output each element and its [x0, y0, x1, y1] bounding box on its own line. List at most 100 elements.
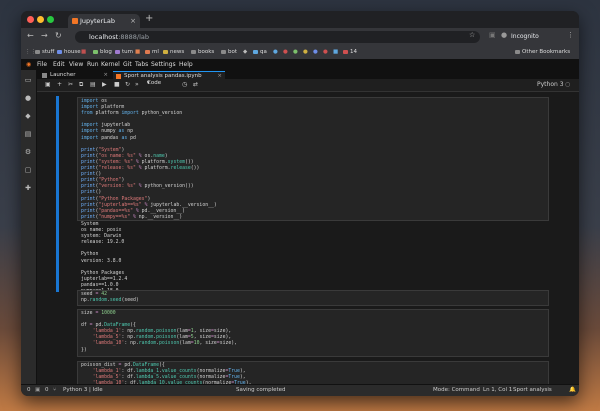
status-bar: 0 ▣ 0 ⑂ Python 3 | Idle Saving completed…: [21, 384, 579, 396]
bookmark-item[interactable]: bot: [221, 46, 237, 59]
bookmark-item[interactable]: books: [191, 46, 214, 59]
bookmark-icon[interactable]: ●: [323, 46, 328, 59]
bookmark-item[interactable]: tum: [115, 46, 133, 59]
kernel-name[interactable]: Python 3: [537, 79, 564, 91]
menu-file[interactable]: File: [37, 59, 47, 70]
new-tab-button[interactable]: +: [145, 13, 153, 24]
git-branch-icon[interactable]: ⑂: [53, 385, 56, 396]
bookmark-item[interactable]: house: [57, 46, 81, 59]
stop-icon[interactable]: ■: [114, 79, 120, 91]
mode-indicator[interactable]: Mode: Command: [433, 385, 480, 396]
running-icon[interactable]: ●: [24, 94, 32, 102]
run-icon[interactable]: ▶: [102, 79, 107, 91]
add-cell-icon[interactable]: +: [57, 79, 62, 91]
code-cell-1: import os import platform from platform …: [81, 99, 217, 220]
bookmark-icon[interactable]: ●: [313, 46, 318, 59]
clock-icon[interactable]: ◷: [182, 79, 187, 91]
folder-icon[interactable]: ▭: [24, 76, 32, 84]
bookmark-item[interactable]: blog: [93, 46, 112, 59]
reload-icon[interactable]: ↻: [55, 31, 62, 40]
kernel-status[interactable]: Python 3 | Idle: [63, 385, 103, 396]
menu-view[interactable]: View: [69, 59, 83, 70]
other-bookmarks[interactable]: Other Bookmarks: [515, 46, 570, 59]
tab-launcher[interactable]: Launcher ×: [39, 71, 111, 79]
bookmark-item[interactable]: stuff: [35, 46, 54, 59]
status-zero[interactable]: 0: [45, 385, 49, 396]
bookmark-icon[interactable]: ●: [273, 46, 278, 59]
extension-icon[interactable]: ▣: [489, 31, 496, 39]
incognito-label: Incognito: [511, 33, 539, 40]
bookmarks-bar: ⋮⋮ stuff house ■ blog tum ■ ml news book…: [21, 46, 579, 60]
tab-label: Launcher: [50, 72, 76, 78]
git-icon[interactable]: ◆: [24, 112, 32, 120]
document-tabs: Launcher × Sport analysis pandas.ipynb ×: [37, 70, 579, 79]
back-icon[interactable]: ←: [27, 31, 34, 40]
restart-icon[interactable]: ↻: [125, 79, 130, 91]
notebook-toolbar: ▣ + ✂ ⧉ ▤ ▶ ■ ↻ » Code ▾ ◷ ⇄ Python 3 ○: [37, 79, 579, 92]
close-icon[interactable]: ×: [103, 71, 108, 79]
menu-kernel[interactable]: Kernel: [101, 59, 120, 70]
bookmark-item[interactable]: ml: [145, 46, 159, 59]
browser-tab[interactable]: JupyterLab ×: [68, 14, 140, 28]
bookmark-icon[interactable]: ●: [293, 46, 298, 59]
menu-git[interactable]: Git: [123, 59, 132, 70]
kernel-status-icon: ○: [565, 81, 571, 88]
cell-type-select[interactable]: Code ▾: [147, 79, 187, 87]
star-icon[interactable]: ☆: [469, 31, 475, 39]
code-cell-3: seed = 42 np.random.seed(seed): [81, 292, 139, 304]
bookmark-item[interactable]: qa: [253, 46, 267, 59]
address-bar-row: ← → ↻ localhost:8888/lab ☆ ▣ ● Incognito…: [21, 28, 579, 46]
browser-window: JupyterLab × + ← → ↻ localhost:8888/lab …: [21, 11, 579, 396]
extension-icon[interactable]: ✚: [24, 184, 32, 192]
copy-icon[interactable]: ⧉: [79, 79, 83, 91]
git-diff-icon[interactable]: ⇄: [193, 79, 198, 91]
url-input[interactable]: localhost:8888/lab: [75, 31, 480, 43]
property-inspector-icon[interactable]: ⚙: [24, 148, 32, 156]
menu-tabs[interactable]: Tabs: [135, 59, 148, 70]
bookmark-icon[interactable]: ■: [135, 46, 140, 59]
forward-icon[interactable]: →: [41, 31, 48, 40]
browser-menu-icon[interactable]: ⋮: [567, 31, 574, 39]
menu-help[interactable]: Help: [179, 59, 193, 70]
browser-tab-title: JupyterLab: [80, 17, 115, 25]
cut-icon[interactable]: ✂: [68, 79, 73, 91]
bookmark-item[interactable]: news: [163, 46, 184, 59]
save-icon[interactable]: ▣: [45, 79, 51, 91]
menu-settings[interactable]: Settings: [151, 59, 176, 70]
minimize-window-button[interactable]: [37, 16, 44, 23]
browser-tab-strip: JupyterLab × +: [21, 11, 579, 28]
bookmark-icon[interactable]: ■: [81, 46, 86, 59]
code-editor[interactable]: [77, 290, 549, 306]
restart-run-icon[interactable]: »: [135, 79, 139, 91]
bookmark-icon[interactable]: ■: [333, 46, 338, 59]
bookmark-icon[interactable]: ●: [303, 46, 308, 59]
terminal-icon[interactable]: ▣: [35, 385, 40, 396]
jupyter-menubar: ◉ File Edit View Run Kernel Git Tabs Set…: [21, 59, 579, 70]
bookmark-item[interactable]: 14: [343, 46, 357, 59]
status-count[interactable]: 0: [27, 385, 31, 396]
zoom-window-button[interactable]: [47, 16, 54, 23]
tab-notebook[interactable]: Sport analysis pandas.ipynb ×: [113, 71, 225, 79]
code-cell-18: size = 10000 df = pd.DataFrame({ 'lambda…: [81, 311, 238, 353]
code-cell-20: poisson_dist = pd.DataFrame({ 'lambda_1'…: [81, 363, 251, 385]
tabs-icon[interactable]: ▢: [24, 166, 32, 174]
jupyter-logo-icon: ◉: [26, 61, 32, 68]
save-status: Saving completed: [236, 387, 286, 393]
notebook-panel[interactable]: [1]: import os import platform from plat…: [37, 92, 579, 385]
menu-run[interactable]: Run: [87, 59, 99, 70]
incognito-icon: ●: [501, 31, 508, 39]
close-window-button[interactable]: [27, 16, 34, 23]
cell-output-1: System os name: posix system: Darwin rel…: [81, 222, 128, 294]
left-sidebar: ▭ ● ◆ ▤ ⚙ ▢ ✚: [21, 70, 37, 385]
close-tab-icon[interactable]: ×: [130, 14, 136, 28]
cell-collapser[interactable]: [56, 96, 59, 292]
jupyter-icon: [72, 18, 78, 24]
paste-icon[interactable]: ▤: [90, 79, 96, 91]
bookmark-icon[interactable]: ●: [283, 46, 288, 59]
launcher-icon: [42, 72, 47, 78]
commands-icon[interactable]: ▤: [24, 130, 32, 138]
bookmark-icon[interactable]: ◆: [243, 46, 247, 59]
menu-edit[interactable]: Edit: [53, 59, 65, 70]
notification-icon[interactable]: 🔔: [569, 385, 576, 396]
cursor-position[interactable]: Ln 1, Col 1: [483, 385, 512, 396]
